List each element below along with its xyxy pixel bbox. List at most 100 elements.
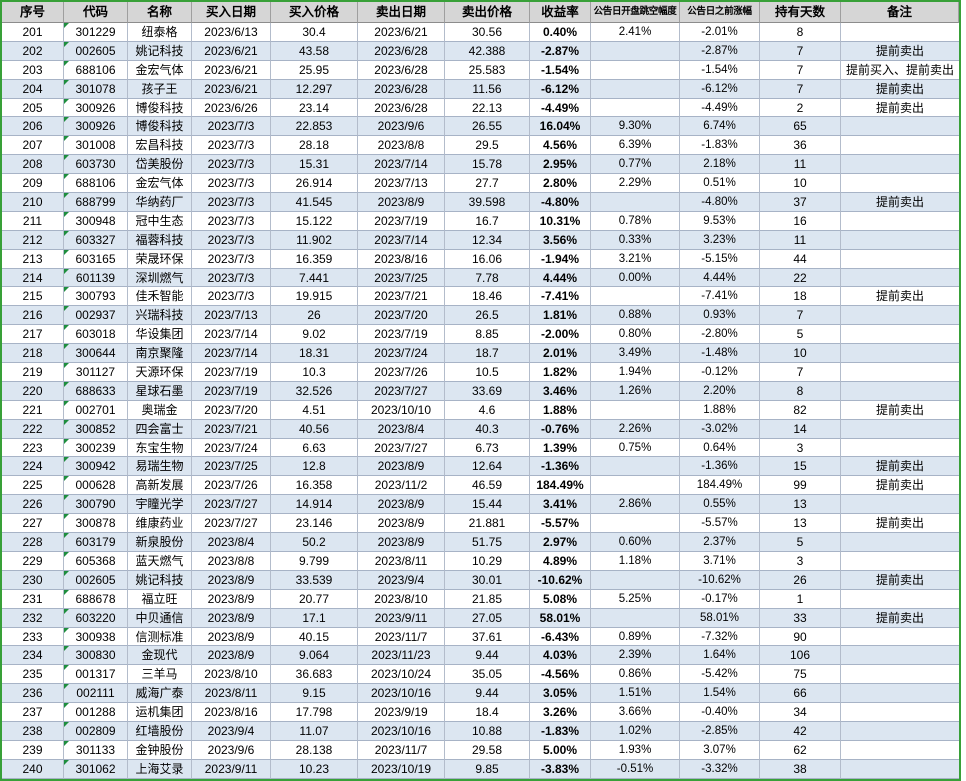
cell-seq[interactable]: 240 [2, 759, 64, 779]
cell-announce-open-gap[interactable] [591, 41, 680, 61]
cell-return-rate[interactable]: 1.88% [530, 400, 591, 420]
cell-buy-date[interactable]: 2023/7/24 [192, 438, 271, 458]
cell-buy-date[interactable]: 2023/6/21 [192, 79, 271, 99]
cell-seq[interactable]: 232 [2, 608, 64, 628]
cell-buy-price[interactable]: 40.56 [271, 419, 358, 439]
cell-name[interactable]: 姚记科技 [128, 570, 192, 590]
cell-holding-days[interactable]: 14 [760, 419, 841, 439]
cell-pre-announce-gain[interactable]: -1.48% [680, 344, 760, 364]
cell-code[interactable]: 605368 [64, 551, 128, 571]
cell-buy-price[interactable]: 12.8 [271, 457, 358, 477]
cell-code[interactable]: 300830 [64, 646, 128, 666]
cell-name[interactable]: 兴瑞科技 [128, 306, 192, 326]
cell-note[interactable]: 提前卖出 [841, 571, 959, 590]
cell-announce-open-gap[interactable]: 1.51% [591, 684, 680, 704]
cell-name[interactable]: 信测标准 [128, 627, 192, 647]
cell-pre-announce-gain[interactable]: 6.74% [680, 117, 760, 137]
cell-code[interactable]: 300793 [64, 287, 128, 307]
cell-return-rate[interactable]: 3.41% [530, 495, 591, 515]
cell-seq[interactable]: 215 [2, 287, 64, 307]
cell-holding-days[interactable]: 62 [760, 740, 841, 760]
cell-announce-open-gap[interactable]: 0.00% [591, 268, 680, 288]
cell-announce-open-gap[interactable]: 3.66% [591, 703, 680, 722]
cell-name[interactable]: 福立旺 [128, 589, 192, 609]
cell-seq[interactable]: 229 [2, 551, 64, 571]
cell-sell-date[interactable]: 2023/9/19 [358, 703, 445, 722]
column-header-holding-days[interactable]: 持有天数 [760, 2, 841, 23]
cell-note[interactable] [841, 363, 959, 382]
cell-code[interactable]: 688633 [64, 381, 128, 401]
cell-note[interactable] [841, 174, 959, 194]
cell-pre-announce-gain[interactable]: -7.32% [680, 627, 760, 647]
cell-sell-price[interactable]: 37.61 [445, 627, 530, 647]
cell-seq[interactable]: 223 [2, 438, 64, 458]
cell-buy-price[interactable]: 30.4 [271, 23, 358, 42]
cell-pre-announce-gain[interactable]: -4.80% [680, 193, 760, 212]
cell-announce-open-gap[interactable] [591, 193, 680, 212]
cell-sell-price[interactable]: 26.5 [445, 306, 530, 326]
cell-buy-price[interactable]: 23.146 [271, 514, 358, 534]
cell-sell-date[interactable]: 2023/7/27 [358, 381, 445, 401]
cell-note[interactable] [841, 590, 959, 609]
cell-buy-date[interactable]: 2023/7/26 [192, 476, 271, 496]
cell-buy-price[interactable]: 16.359 [271, 249, 358, 269]
column-header-buy-date[interactable]: 买入日期 [192, 2, 271, 23]
cell-note[interactable] [841, 684, 959, 704]
cell-announce-open-gap[interactable] [591, 79, 680, 99]
cell-sell-date[interactable]: 2023/8/9 [358, 533, 445, 552]
cell-return-rate[interactable]: 184.49% [530, 476, 591, 496]
cell-sell-price[interactable]: 15.78 [445, 155, 530, 175]
cell-return-rate[interactable]: -10.62% [530, 570, 591, 590]
cell-code[interactable]: 603165 [64, 249, 128, 269]
cell-name[interactable]: 易瑞生物 [128, 457, 192, 477]
cell-sell-price[interactable]: 10.5 [445, 363, 530, 382]
cell-seq[interactable]: 233 [2, 627, 64, 647]
cell-seq[interactable]: 214 [2, 268, 64, 288]
cell-announce-open-gap[interactable]: 2.86% [591, 495, 680, 515]
cell-sell-date[interactable]: 2023/8/9 [358, 457, 445, 477]
cell-buy-price[interactable]: 10.3 [271, 363, 358, 382]
cell-pre-announce-gain[interactable]: 3.07% [680, 740, 760, 760]
cell-buy-price[interactable]: 22.853 [271, 117, 358, 137]
cell-pre-announce-gain[interactable]: -2.01% [680, 23, 760, 42]
cell-return-rate[interactable]: 2.80% [530, 174, 591, 194]
cell-sell-date[interactable]: 2023/8/10 [358, 589, 445, 609]
cell-code[interactable]: 300938 [64, 627, 128, 647]
cell-pre-announce-gain[interactable]: -0.40% [680, 703, 760, 722]
cell-seq[interactable]: 221 [2, 400, 64, 420]
cell-announce-open-gap[interactable]: 0.33% [591, 230, 680, 250]
cell-note[interactable] [841, 722, 959, 741]
cell-pre-announce-gain[interactable]: -2.85% [680, 721, 760, 741]
cell-name[interactable]: 四会富士 [128, 419, 192, 439]
cell-seq[interactable]: 210 [2, 193, 64, 212]
cell-announce-open-gap[interactable] [591, 457, 680, 477]
cell-seq[interactable]: 235 [2, 665, 64, 685]
cell-name[interactable]: 运机集团 [128, 703, 192, 722]
cell-sell-date[interactable]: 2023/9/4 [358, 570, 445, 590]
cell-announce-open-gap[interactable]: 0.80% [591, 325, 680, 345]
cell-buy-date[interactable]: 2023/7/3 [192, 155, 271, 175]
cell-buy-price[interactable]: 33.539 [271, 570, 358, 590]
cell-announce-open-gap[interactable]: 2.39% [591, 646, 680, 666]
cell-buy-price[interactable]: 19.915 [271, 287, 358, 307]
cell-name[interactable]: 华纳药厂 [128, 193, 192, 212]
cell-seq[interactable]: 225 [2, 476, 64, 496]
cell-seq[interactable]: 224 [2, 457, 64, 477]
cell-buy-date[interactable]: 2023/6/13 [192, 23, 271, 42]
cell-holding-days[interactable]: 16 [760, 211, 841, 231]
cell-return-rate[interactable]: 58.01% [530, 608, 591, 628]
cell-sell-date[interactable]: 2023/6/28 [358, 98, 445, 118]
cell-sell-date[interactable]: 2023/10/10 [358, 400, 445, 420]
cell-pre-announce-gain[interactable]: -0.12% [680, 363, 760, 382]
cell-return-rate[interactable]: 2.95% [530, 155, 591, 175]
cell-pre-announce-gain[interactable]: 0.55% [680, 495, 760, 515]
cell-buy-date[interactable]: 2023/7/19 [192, 363, 271, 382]
cell-holding-days[interactable]: 7 [760, 79, 841, 99]
cell-sell-price[interactable]: 39.598 [445, 193, 530, 212]
cell-seq[interactable]: 203 [2, 60, 64, 80]
cell-seq[interactable]: 219 [2, 363, 64, 382]
cell-sell-price[interactable]: 25.583 [445, 60, 530, 80]
cell-buy-date[interactable]: 2023/8/9 [192, 570, 271, 590]
cell-sell-date[interactable]: 2023/10/16 [358, 684, 445, 704]
cell-name[interactable]: 上海艾录 [128, 759, 192, 779]
